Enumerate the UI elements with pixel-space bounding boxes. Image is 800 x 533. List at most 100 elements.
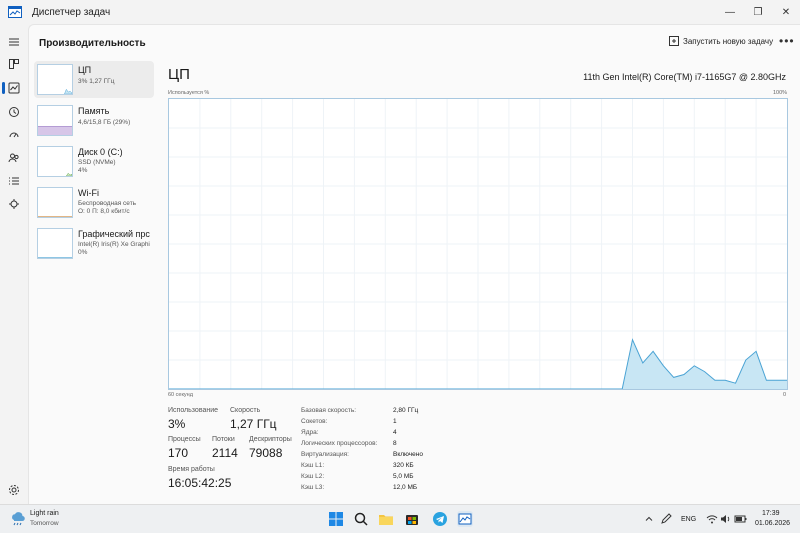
resource-name: Wi-Fi xyxy=(78,188,99,198)
detail-title: ЦП xyxy=(168,66,190,83)
performance-icon[interactable] xyxy=(6,80,22,96)
resource-item-memory[interactable]: Память 4,6/15,8 ГБ (29%) xyxy=(34,102,154,139)
disk-thumbnail xyxy=(37,146,73,177)
resource-item-cpu[interactable]: ЦП 3% 1,27 ГГц xyxy=(34,61,154,98)
app-history-icon[interactable] xyxy=(6,104,22,120)
uptime-label: Время работы xyxy=(168,466,215,473)
task-manager-icon xyxy=(8,6,22,18)
threads-label: Потоки xyxy=(212,436,235,443)
users-icon[interactable] xyxy=(6,150,22,166)
page-title: Производительность xyxy=(39,38,146,49)
processes-value: 170 xyxy=(168,446,189,460)
resource-item-disk[interactable]: Диск 0 (C:) SSD (NVMe) 4% xyxy=(34,143,154,180)
wifi-icon[interactable] xyxy=(706,513,718,525)
language-indicator[interactable]: ENG xyxy=(681,516,696,523)
volume-icon[interactable] xyxy=(720,513,732,525)
memory-thumbnail xyxy=(37,105,73,136)
file-explorer-icon[interactable] xyxy=(378,511,394,527)
resource-name: ЦП xyxy=(78,65,92,75)
handles-value: 79088 xyxy=(249,446,283,460)
usage-label: Использование xyxy=(168,407,219,414)
settings-icon[interactable] xyxy=(8,484,20,496)
threads-value: 2114 xyxy=(212,446,238,460)
resource-detail: Беспроводная сеть xyxy=(78,200,137,207)
resource-detail: 3% 1,27 ГГц xyxy=(78,78,115,85)
spec-label: Виртуализация: xyxy=(301,451,349,458)
weather-condition[interactable]: Light rain xyxy=(30,510,59,517)
cpu-graph-svg xyxy=(169,99,787,389)
resource-detail-2: 0% xyxy=(78,249,88,256)
task-manager-taskbar-icon[interactable] xyxy=(457,511,473,527)
graph-top-left-label: Используется % xyxy=(168,90,210,96)
services-icon[interactable] xyxy=(6,196,22,212)
details-icon[interactable] xyxy=(6,173,22,189)
resource-name: Графический прс xyxy=(78,229,150,239)
speed-value: 1,27 ГГц xyxy=(230,417,277,431)
processes-label: Процессы xyxy=(168,436,201,443)
graph-bottom-right-label: 0 xyxy=(783,392,787,398)
spec-label: Кэш L1: xyxy=(301,462,325,469)
wifi-thumbnail xyxy=(37,187,73,218)
content-panel: Производительность Запустить новую задач… xyxy=(28,24,800,504)
spec-label: Сокетов: xyxy=(301,418,328,425)
hamburger-icon[interactable] xyxy=(6,34,22,50)
window-title: Диспетчер задач xyxy=(32,7,111,18)
resource-detail: Intel(R) Iris(R) Xe Graphi xyxy=(78,241,150,248)
run-new-task-button[interactable]: Запустить новую задачу xyxy=(669,36,773,46)
spec-label: Логических процессоров: xyxy=(301,440,378,447)
spec-value: 8 xyxy=(393,440,397,447)
resource-item-wifi[interactable]: Wi-Fi Беспроводная сеть О: 0 П: 8,0 кбит… xyxy=(34,184,154,221)
maximize-button[interactable]: ❐ xyxy=(744,0,772,24)
title-bar: Диспетчер задач — ❐ ✕ xyxy=(0,0,800,24)
telegram-icon[interactable] xyxy=(432,511,448,527)
pen-icon[interactable] xyxy=(660,513,672,525)
graph-top-right-label: 100% xyxy=(773,90,788,96)
spec-label: Кэш L3: xyxy=(301,484,325,491)
handles-label: Дескрипторы xyxy=(249,436,292,443)
uptime-value: 16:05:42:25 xyxy=(168,476,232,490)
spec-value: 320 КБ xyxy=(393,462,414,469)
spec-value: 5,0 МБ xyxy=(393,473,414,480)
cpu-thumbnail xyxy=(37,64,73,95)
resource-detail-2: 4% xyxy=(78,167,88,174)
usage-value: 3% xyxy=(168,417,186,431)
processes-icon[interactable] xyxy=(6,56,22,72)
rain-cloud-icon[interactable] xyxy=(10,511,26,527)
nav-rail xyxy=(0,24,28,504)
store-icon[interactable] xyxy=(404,511,420,527)
more-options-button[interactable]: ••• xyxy=(779,34,795,48)
spec-value: 4 xyxy=(393,429,397,436)
run-task-icon xyxy=(669,36,679,46)
run-task-label: Запустить новую задачу xyxy=(683,36,774,46)
spec-label: Ядра: xyxy=(301,429,319,436)
start-icon[interactable] xyxy=(328,511,344,527)
gpu-thumbnail xyxy=(37,228,73,259)
clock-date[interactable]: 01.06.2026 xyxy=(755,520,790,527)
cpu-usage-graph xyxy=(168,98,788,390)
resource-name: Память xyxy=(78,106,110,116)
spec-label: Кэш L2: xyxy=(301,473,325,480)
chevron-up-icon[interactable] xyxy=(644,514,654,524)
spec-value: 1 xyxy=(393,418,397,425)
spec-value: Включено xyxy=(393,451,423,458)
clock-time[interactable]: 17:39 xyxy=(762,510,780,517)
resource-detail: 4,6/15,8 ГБ (29%) xyxy=(78,119,131,126)
resource-name: Диск 0 (C:) xyxy=(78,147,123,157)
resource-detail: SSD (NVMe) xyxy=(78,159,116,166)
active-indicator xyxy=(2,82,5,94)
cpu-model: 11th Gen Intel(R) Core(TM) i7-1165G7 @ 2… xyxy=(583,72,786,82)
graph-bottom-left-label: 60 секунд xyxy=(168,392,193,398)
spec-label: Базовая скорость: xyxy=(301,407,357,414)
resource-item-gpu[interactable]: Графический прс Intel(R) Iris(R) Xe Grap… xyxy=(34,225,154,262)
speed-label: Скорость xyxy=(230,407,261,414)
resource-detail-2: О: 0 П: 8,0 кбит/с xyxy=(78,208,130,215)
startup-icon[interactable] xyxy=(6,127,22,143)
resource-list: ЦП 3% 1,27 ГГц Память 4,6/15,8 ГБ (29%) … xyxy=(34,61,154,266)
weather-when[interactable]: Tomorrow xyxy=(30,520,59,527)
spec-value: 12,0 МБ xyxy=(393,484,418,491)
spec-value: 2,80 ГГц xyxy=(393,407,419,414)
close-button[interactable]: ✕ xyxy=(772,0,800,24)
minimize-button[interactable]: — xyxy=(716,0,744,24)
search-icon[interactable] xyxy=(353,511,369,527)
battery-icon[interactable] xyxy=(734,513,748,525)
